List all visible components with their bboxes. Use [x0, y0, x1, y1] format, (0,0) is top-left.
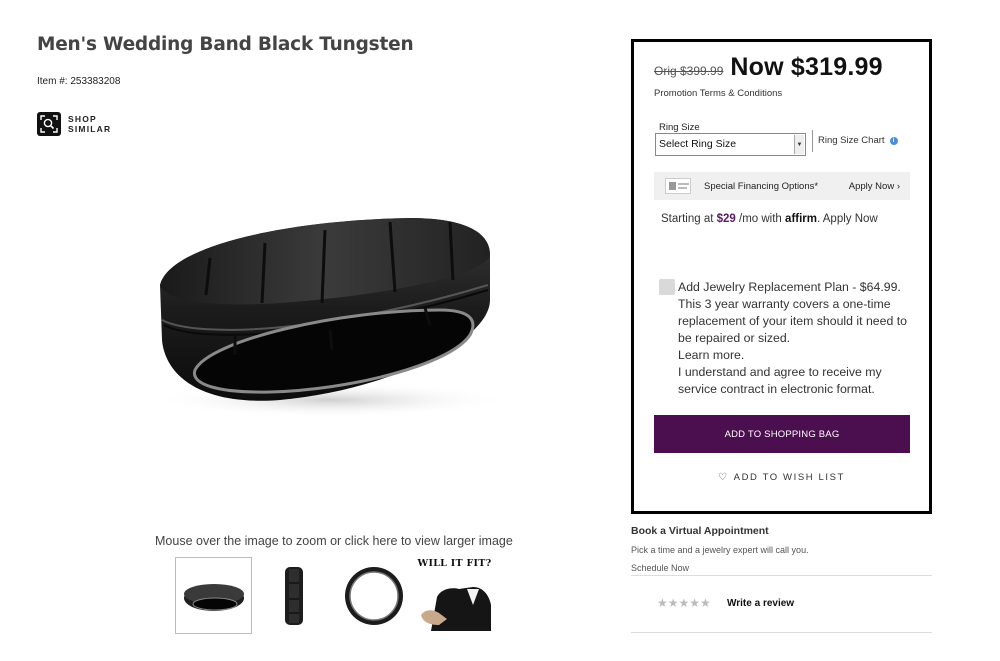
financing-apply-now-link[interactable]: Apply Now › — [849, 181, 900, 192]
thumb-side-view[interactable] — [255, 557, 332, 634]
add-to-wish-list-button[interactable]: ♡ ADD TO WISH LIST — [634, 472, 929, 483]
shop-similar-label: SHOP SIMILAR — [68, 114, 118, 134]
rating-stars: ★★★★★ — [657, 596, 711, 610]
plan-learn-more-link[interactable]: Learn more. — [678, 348, 744, 362]
affirm-suffix: /mo with — [739, 213, 782, 225]
affirm-monthly-amount: $29 — [716, 213, 736, 225]
current-price: Now $319.99 — [730, 53, 883, 81]
thumb-top-view[interactable] — [335, 557, 412, 634]
shop-similar-label-line1: SHOP — [68, 114, 97, 124]
promotion-terms-link[interactable]: Promotion Terms & Conditions — [654, 88, 782, 99]
info-icon[interactable]: i — [889, 136, 898, 145]
affirm-apply-now-link[interactable]: . Apply Now — [817, 213, 878, 225]
chevron-right-icon: › — [896, 180, 900, 192]
shop-similar-label-line2: SIMILAR — [68, 124, 112, 134]
wish-list-label: ADD TO WISH LIST — [733, 472, 845, 483]
ring-size-chart-label: Ring Size Chart — [818, 135, 885, 146]
plan-description: Add Jewelry Replacement Plan - $64.99. T… — [678, 280, 907, 345]
shop-similar-button[interactable]: SHOP SIMILAR — [37, 112, 118, 136]
affirm-logo: affirm — [785, 213, 817, 225]
add-to-shopping-bag-button[interactable]: ADD TO SHOPPING BAG — [654, 415, 910, 453]
thumb-angle-view[interactable] — [175, 557, 252, 634]
price-row: Orig $399.99 Now $319.99 — [654, 53, 883, 82]
replacement-plan-text: Add Jewelry Replacement Plan - $64.99. T… — [678, 279, 918, 398]
divider — [631, 632, 932, 633]
dropdown-arrow-icon: ▼ — [794, 135, 804, 154]
ring-size-chart-link[interactable]: Ring Size Chart i — [818, 135, 898, 146]
size-divider — [812, 130, 813, 152]
financing-text: Special Financing Options* — [704, 180, 819, 192]
product-media-column: Men's Wedding Band Black Tungsten Item #… — [0, 0, 610, 661]
ring-size-label: Ring Size — [659, 122, 700, 133]
heart-icon: ♡ — [718, 472, 729, 483]
write-review-link[interactable]: Write a review — [727, 598, 794, 609]
buy-box: Orig $399.99 Now $319.99 Promotion Terms… — [631, 39, 932, 514]
original-price: Orig $399.99 — [654, 64, 724, 78]
product-title: Men's Wedding Band Black Tungsten — [37, 34, 414, 55]
affirm-prefix: Starting at — [661, 213, 714, 225]
credit-card-icon — [665, 178, 691, 194]
will-it-fit-label: WILL IT FIT? — [417, 558, 492, 569]
virtual-appointment-subtitle: Pick a time and a jewelry expert will ca… — [631, 545, 809, 555]
main-product-image[interactable] — [140, 200, 530, 430]
financing-apply-label: Apply Now — [848, 180, 895, 192]
thumbnail-strip: WILL IT FIT? — [175, 557, 495, 634]
search-frame-icon — [37, 112, 61, 136]
thumb-will-it-fit[interactable]: WILL IT FIT? — [415, 557, 492, 634]
item-number: Item #: 253383208 — [37, 76, 121, 87]
divider — [631, 575, 932, 576]
virtual-appointment-title: Book a Virtual Appointment — [631, 525, 769, 537]
special-financing-banner[interactable]: Special Financing Options* Apply Now › — [654, 172, 910, 200]
plan-agreement: I understand and agree to receive my ser… — [678, 365, 882, 396]
affirm-financing-line: Starting at $29 /mo with affirm. Apply N… — [661, 213, 878, 225]
schedule-now-link[interactable]: Schedule Now — [631, 563, 689, 573]
zoom-hint-link[interactable]: Mouse over the image to zoom or click he… — [155, 534, 513, 548]
ring-size-selected-value: Select Ring Size — [659, 138, 737, 150]
replacement-plan-checkbox[interactable] — [659, 279, 675, 295]
ring-size-select[interactable]: Select Ring Size ▼ — [655, 133, 806, 156]
